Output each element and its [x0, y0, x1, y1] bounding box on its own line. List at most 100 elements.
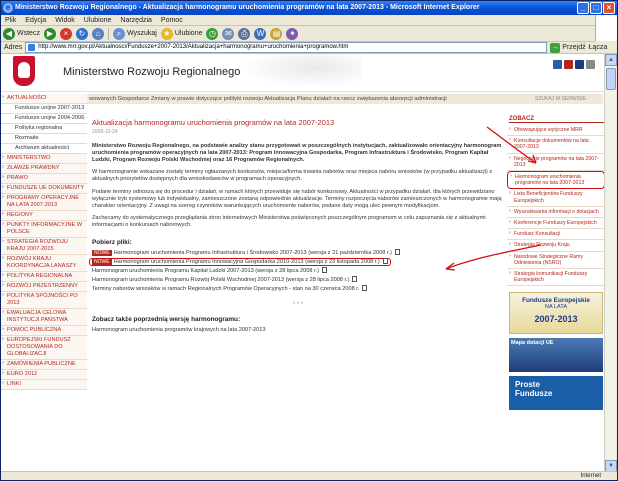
print-button[interactable]: ⎙ [238, 27, 251, 40]
file-link[interactable]: NOWE Harmonogram uruchomienia Programu In… [92, 249, 400, 256]
refresh-button[interactable]: ↻ [75, 27, 88, 40]
scroll-up-arrow-icon[interactable]: ▲ [605, 54, 617, 66]
see-also-item[interactable]: Lista Beneficjentów Funduszy Europejskic… [507, 189, 605, 207]
scroll-thumb[interactable] [606, 68, 616, 90]
sidebar-item[interactable]: ROZWÓJ KRAJU KOORDYNACJA LANASZY [1, 255, 87, 272]
file-link[interactable]: Terminy naborów wniosków w ramach Region… [92, 285, 368, 292]
eu-grants-map-banner[interactable]: Mapa dotacji UE [509, 338, 603, 373]
menu-file[interactable]: Plik [5, 15, 16, 25]
history-button[interactable]: ◷ [206, 27, 219, 40]
toolbar-separator [107, 27, 109, 40]
sidebar-item[interactable]: PROGRAMY OPERACYJNE NA LATA 2007-2013 [1, 194, 87, 211]
forward-button[interactable]: ▶ [43, 27, 56, 40]
contact-icon[interactable] [586, 60, 595, 69]
see-also-item[interactable]: Negocjacje programów na lata 2007-2013 [507, 154, 605, 172]
simple-funds-banner[interactable]: Proste Fundusze [509, 376, 603, 411]
folder-icon[interactable]: ▤ [270, 27, 283, 40]
sidebar-item[interactable]: ZŁAWZE PRAWDNY [1, 164, 87, 174]
see-also-item[interactable]: Strategia Rozwoju Kraju [507, 240, 605, 252]
menu-favorites[interactable]: Ulubione [84, 15, 112, 25]
new-badge: NOWE [92, 249, 112, 256]
mail-button[interactable]: ✉ [222, 27, 235, 40]
sidebar-item[interactable]: ZAMÓWIENIA PUBLICZNE [1, 360, 87, 370]
sidebar-item[interactable]: ROZWÓJ PRZESTRZENNY [1, 282, 87, 292]
eu-funds-banner[interactable]: Fundusze Europejskie NA LATA 2007-2013 [509, 292, 603, 335]
sidebar-item[interactable]: POLITYKA SPÓJNOŚCI PO 2013 [1, 292, 87, 309]
sidebar-subitem[interactable]: Rozmaite [1, 134, 87, 144]
file-link[interactable]: Harmonogram uruchomienia Programu Kapita… [92, 267, 327, 274]
poland-map-graphic [241, 54, 361, 88]
windows-logo-icon [595, 15, 617, 41]
menu-tools[interactable]: Narzędzia [120, 15, 152, 25]
sidebar-subitem[interactable]: Archiwum aktualności [1, 144, 87, 154]
sidebar-item[interactable]: AKTUALNOŚCI [1, 94, 87, 104]
see-also-item-highlighted[interactable]: Harmonogram uruchomienia programów na la… [507, 171, 605, 190]
sidebar-item[interactable]: POLITYKA REGIONALNA [1, 272, 87, 282]
sidebar-item[interactable]: EURO 2012 [1, 370, 87, 380]
highlighted-file-link[interactable]: NOWE Harmonogram uruchomienia Programu In… [89, 257, 391, 266]
sidebar-item[interactable]: POMOC PUBLICZNA [1, 326, 87, 336]
download-file-row[interactable]: Harmonogram uruchomienia Programu Kapita… [92, 267, 504, 276]
vertical-scrollbar[interactable]: ▲ ▼ [604, 54, 617, 472]
see-also-item[interactable]: Konsultacje dokumentów na lata 2007-2013 [507, 136, 605, 154]
links-button[interactable]: Łącza [589, 44, 608, 51]
search-button[interactable]: ⌕ Wyszukaj [112, 27, 157, 40]
sidebar-item[interactable]: FUNDUSZE UE DOKUMENTY [1, 184, 87, 194]
maximize-button[interactable]: □ [590, 2, 602, 14]
stop-button[interactable]: × [59, 27, 72, 40]
sidebar-item[interactable]: PUNKTY INFORMACYJNE W POLSCE [1, 221, 87, 238]
favorites-button[interactable]: ★ Ulubione [160, 27, 202, 40]
sidebar-item[interactable]: EUROPEJSKI FUNDUSZ DOSTOSOWANIA DO GLOBA… [1, 336, 87, 360]
download-file-row[interactable]: Harmonogram uruchomienia Programu Rozwój… [92, 276, 504, 285]
file-link-text[interactable]: Harmonogram uruchomienia Programu Rozwój… [92, 277, 349, 283]
sidebar-item[interactable]: EWALUACJA CELOWA INSTYTUCJI PAŃSTWA [1, 309, 87, 326]
close-button[interactable]: × [603, 2, 615, 14]
menu-help[interactable]: Pomoc [161, 15, 183, 25]
sidebar-item[interactable]: LINKI [1, 380, 87, 390]
menu-edit[interactable]: Edycja [25, 15, 46, 25]
see-also-item[interactable]: Konferencje Funduszy Europejskich [507, 218, 605, 230]
web-page: Ministerstwo Rozwoju Regionalnego wowany… [1, 54, 605, 472]
home-icon[interactable] [553, 60, 562, 69]
file-icon [352, 276, 358, 283]
sitemap-icon[interactable] [564, 60, 573, 69]
edit-button[interactable]: W [254, 27, 267, 40]
menu-view[interactable]: Widok [55, 15, 74, 25]
right-sidebar: ZOBACZ Obowiązujące wytyczne MRRKonsulta… [507, 104, 605, 411]
previous-version-link[interactable]: Harmonogram uruchomienia programów krajo… [92, 326, 504, 335]
sidebar-subitem[interactable]: Fundusze unijne 2007-2013 [1, 104, 87, 114]
download-file-row[interactable]: NOWE Harmonogram uruchomienia Programu In… [92, 249, 504, 258]
download-file-row[interactable]: NOWE Harmonogram uruchomienia Programu In… [89, 257, 504, 267]
go-button[interactable]: → Przejdź [550, 42, 586, 53]
back-button[interactable]: ◀ Wstecz [3, 27, 40, 40]
address-bar: Adres http://www.mrr.gov.pl/Aktualnosci/… [1, 42, 617, 54]
status-bar: Internet [1, 471, 617, 480]
flag-en-icon[interactable] [575, 60, 584, 69]
see-also-item[interactable]: Narodowe Strategiczne Ramy Odniesienia (… [507, 252, 605, 270]
sidebar-subitem[interactable]: Polityka regionalna [1, 124, 87, 134]
toolbar: ◀ Wstecz ▶ × ↻ ⌂ ⌕ Wyszukaj ★ Ulubione ◷… [1, 26, 595, 42]
messenger-button[interactable]: ✦ [286, 27, 299, 40]
see-also-item[interactable]: Strategia komunikacji Funduszy Europejsk… [507, 269, 605, 287]
see-also-item[interactable]: Obowiązujące wytyczne MRR [507, 125, 605, 137]
top-navigation[interactable]: wowanych Gospodarce Zmiany w prawie doty… [87, 94, 507, 104]
file-link[interactable]: Harmonogram uruchomienia Programu Rozwój… [92, 276, 358, 283]
file-link-text[interactable]: Harmonogram uruchomienia Programu Kapita… [92, 268, 319, 274]
download-file-row[interactable]: Terminy naborów wniosków w ramach Region… [92, 285, 504, 294]
sidebar-item[interactable]: PRAWO [1, 174, 87, 184]
home-button[interactable]: ⌂ [91, 27, 104, 40]
see-also-item[interactable]: Wyszukiwarka informacji o dotacjach [507, 207, 605, 219]
search-box[interactable]: SZUKAJ W SERWISIE [507, 94, 603, 104]
browser-window: e Ministerstwo Rozwoju Regionalnego - Ak… [0, 0, 618, 481]
address-input[interactable]: http://www.mrr.gov.pl/Aktualnosci/Fundus… [25, 42, 548, 53]
sidebar-item[interactable]: MINISTERSTWO [1, 154, 87, 164]
sidebar-item[interactable]: STRATEGIA ROZWOJU KRAJU 2007-2015 [1, 238, 87, 255]
file-link-text[interactable]: Terminy naborów wniosków w ramach Region… [92, 286, 359, 292]
see-also-item[interactable]: Fundusz Konsultacji [507, 229, 605, 241]
sidebar-item[interactable]: REGIONY [1, 211, 87, 221]
sidebar-subitem[interactable]: Fundusze unijne 2004-2006 [1, 114, 87, 124]
file-link-text[interactable]: Harmonogram uruchomienia Programu Infras… [114, 250, 392, 256]
paragraph-3: Podane terminy odnoszą się do procedur i… [92, 188, 502, 209]
file-link-text[interactable]: Harmonogram uruchomienia Programu Innowa… [114, 259, 380, 265]
minimize-button[interactable]: _ [577, 2, 589, 14]
